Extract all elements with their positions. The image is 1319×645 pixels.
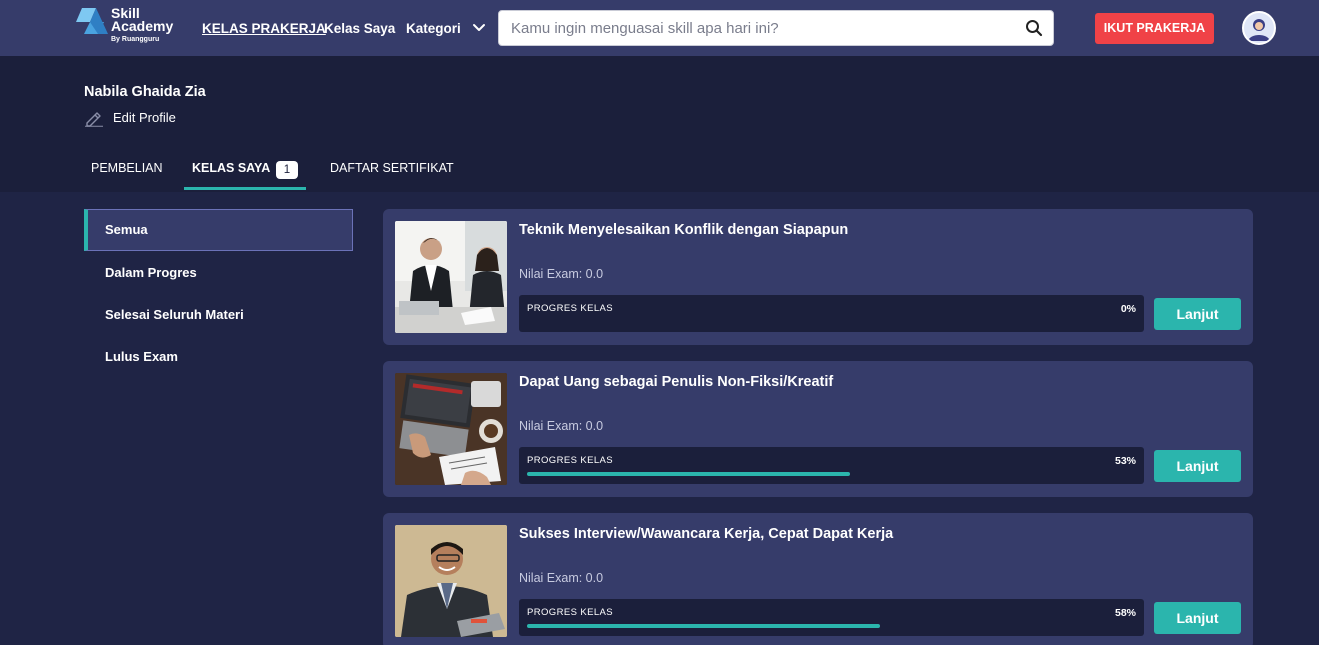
chevron-down-icon[interactable] [472, 21, 486, 35]
logo-mark [76, 8, 108, 34]
course-progress: PROGRES KELAS 58% [519, 599, 1144, 636]
exam-score: Nilai Exam: 0.0 [519, 571, 604, 585]
course-progress: PROGRES KELAS 0% [519, 295, 1144, 332]
search-icon[interactable] [1025, 19, 1043, 37]
avatar-figure [1244, 13, 1274, 43]
exam-score: Nilai Exam: 0.0 [519, 419, 604, 433]
pencil-icon [85, 112, 103, 127]
progress-percent: 0% [1120, 303, 1136, 315]
filter-semua[interactable]: Semua [84, 209, 353, 251]
progress-fill [527, 624, 881, 628]
course-card[interactable]: Sukses Interview/Wawancara Kerja, Cepat … [383, 513, 1253, 645]
filter-selesai-seluruh-materi[interactable]: Selesai Seluruh Materi [84, 294, 353, 336]
course-title[interactable]: Dapat Uang sebagai Penulis Non-Fiksi/Kre… [519, 373, 833, 391]
nav-kelas-saya[interactable]: Kelas Saya [324, 20, 395, 37]
tab-kelas-saya[interactable]: KELAS SAYA [192, 160, 270, 176]
progress-fill [527, 472, 850, 476]
course-title[interactable]: Sukses Interview/Wawancara Kerja, Cepat … [519, 525, 893, 543]
progress-label: PROGRES KELAS [527, 303, 613, 314]
lanjut-button[interactable]: Lanjut [1154, 602, 1241, 634]
filter-lulus-exam[interactable]: Lulus Exam [84, 336, 353, 378]
profile-header: Nabila Ghaida Zia Edit Profile PEMBELIAN… [0, 56, 1319, 192]
logo-byline: By Ruangguru [111, 36, 160, 43]
course-thumbnail [395, 221, 507, 333]
active-tab-indicator [184, 187, 306, 190]
course-card[interactable]: Teknik Menyelesaikan Konflik dengan Siap… [383, 209, 1253, 345]
course-progress: PROGRES KELAS 53% [519, 447, 1144, 484]
kelas-saya-count-badge: 1 [276, 161, 298, 179]
progress-track [527, 320, 1136, 324]
progress-track [527, 624, 1136, 628]
progress-label: PROGRES KELAS [527, 607, 613, 618]
logo-wordmark: Skill Academy [111, 6, 174, 34]
course-thumbnail [395, 525, 507, 637]
logo-line-2: Academy [111, 18, 174, 34]
ikut-prakerja-button[interactable]: IKUT PRAKERJA [1095, 13, 1214, 44]
search-input[interactable] [511, 18, 1011, 38]
course-thumbnail-image [395, 525, 507, 637]
lanjut-button[interactable]: Lanjut [1154, 298, 1241, 330]
filter-dalam-progres[interactable]: Dalam Progres [84, 252, 353, 294]
skill-academy-logo[interactable]: Skill Academy By Ruangguru [76, 6, 196, 46]
course-title[interactable]: Teknik Menyelesaikan Konflik dengan Siap… [519, 221, 848, 239]
progress-label: PROGRES KELAS [527, 455, 613, 466]
top-navbar: Skill Academy By Ruangguru KELAS PRAKERJ… [0, 0, 1319, 56]
lanjut-button[interactable]: Lanjut [1154, 450, 1241, 482]
progress-track [527, 472, 1136, 476]
course-card[interactable]: Dapat Uang sebagai Penulis Non-Fiksi/Kre… [383, 361, 1253, 497]
progress-percent: 58% [1114, 607, 1136, 619]
course-thumbnail-image [395, 221, 507, 333]
progress-percent: 53% [1114, 455, 1136, 467]
tab-daftar-sertifikat[interactable]: DAFTAR SERTIFIKAT [330, 160, 454, 176]
user-name: Nabila Ghaida Zia [84, 84, 206, 100]
exam-score: Nilai Exam: 0.0 [519, 267, 604, 281]
course-thumbnail-image [395, 373, 507, 485]
nav-kategori[interactable]: Kategori [406, 20, 461, 37]
tab-pembelian[interactable]: PEMBELIAN [91, 160, 163, 176]
edit-profile-label: Edit Profile [113, 110, 176, 125]
search-bar [498, 10, 1054, 46]
course-thumbnail [395, 373, 507, 485]
nav-kelas-prakerja[interactable]: KELAS PRAKERJA [202, 20, 326, 37]
avatar-icon[interactable] [1242, 11, 1276, 45]
